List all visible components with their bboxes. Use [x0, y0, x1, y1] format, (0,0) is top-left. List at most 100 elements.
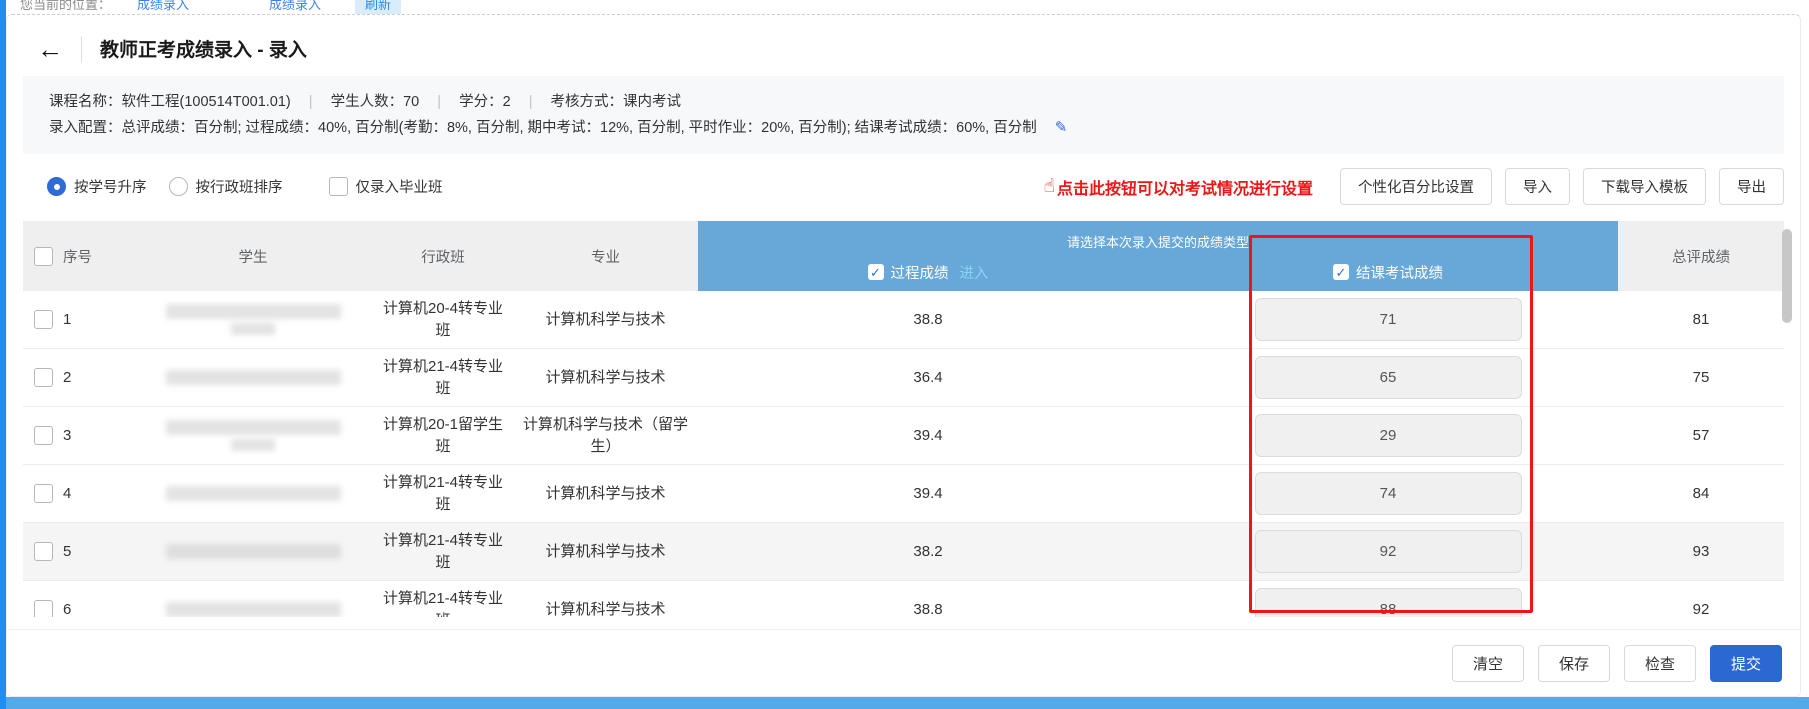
col-header-index: 序号: [63, 221, 133, 291]
total-score: 75: [1618, 361, 1784, 395]
row-checkbox[interactable]: [34, 310, 53, 329]
final-exam-score-input[interactable]: 29: [1255, 414, 1522, 457]
course-info-line1: 课程名称：软件工程(100514T001.01) | 学生人数：70 | 学分：…: [49, 89, 1758, 115]
radio-sort-by-id[interactable]: [47, 177, 66, 196]
final-exam-score-input[interactable]: 74: [1255, 472, 1522, 515]
checkbox-graduating-only[interactable]: [329, 177, 348, 196]
process-score: 39.4: [698, 477, 1158, 511]
major: 计算机科学与技术: [513, 303, 698, 337]
final-exam-score-input[interactable]: 88: [1255, 588, 1522, 617]
process-score: 36.4: [698, 361, 1158, 395]
radio-sort-by-class[interactable]: [169, 177, 188, 196]
scrollbar-thumb[interactable]: [1782, 229, 1792, 323]
final-exam-score-input[interactable]: 92: [1255, 530, 1522, 573]
info-separator: |: [309, 94, 313, 110]
course-name-value: 软件工程(100514T001.01): [122, 94, 291, 110]
total-score: 92: [1618, 593, 1784, 617]
total-score: 57: [1618, 419, 1784, 453]
entry-config-label: 录入配置：: [49, 120, 122, 136]
breadcrumb-link-2[interactable]: 成绩录入: [269, 0, 321, 13]
left-accent-bar: [0, 0, 6, 709]
table-row: 6 计算机21-4转专业班 计算机科学与技术 38.8 88 92: [23, 581, 1784, 617]
back-arrow-icon[interactable]: ←: [37, 36, 63, 62]
refresh-chip[interactable]: 刷新: [355, 0, 401, 14]
admin-class: 计算机20-1留学生班: [373, 408, 513, 464]
enter-link[interactable]: 进入: [960, 262, 989, 283]
check-button[interactable]: 检查: [1624, 645, 1696, 682]
student-name-redacted: [166, 602, 341, 617]
total-score: 81: [1618, 303, 1784, 337]
pointing-hand-icon: ☝: [1043, 175, 1055, 198]
admin-class: 计算机21-4转专业班: [373, 466, 513, 522]
check-icon: ✓: [1336, 266, 1347, 279]
table-header: 序号 学生 行政班 专业 请选择本次录入提交的成绩类型 ✓ 过程成绩 进入 ✓ …: [23, 221, 1784, 291]
admin-class: 计算机21-4转专业班: [373, 582, 513, 617]
breadcrumb-link-1[interactable]: 成绩录入: [137, 0, 189, 13]
annotation-hint-text: 点击此按钮可以对考试情况进行设置: [1057, 175, 1313, 199]
download-template-button[interactable]: 下载导入模板: [1583, 168, 1706, 205]
row-checkbox[interactable]: [34, 484, 53, 503]
row-checkbox[interactable]: [34, 542, 53, 561]
major: 计算机科学与技术: [513, 477, 698, 511]
process-score: 38.2: [698, 535, 1158, 569]
select-all-checkbox[interactable]: [34, 247, 53, 266]
course-name-label: 课程名称：: [49, 94, 122, 110]
row-checkbox[interactable]: [34, 368, 53, 387]
process-score-checkbox[interactable]: ✓: [868, 264, 884, 280]
score-type-banner: 请选择本次录入提交的成绩类型: [698, 221, 1618, 253]
score-type-header-group: 请选择本次录入提交的成绩类型 ✓ 过程成绩 进入 ✓ 结课考试成绩: [698, 221, 1618, 291]
save-button[interactable]: 保存: [1538, 645, 1610, 682]
main-card: ← 教师正考成绩录入 - 录入 课程名称：软件工程(100514T001.01)…: [6, 14, 1801, 697]
student-name-redacted: [166, 486, 341, 501]
table-row: 2 计算机21-4转专业班 计算机科学与技术 36.4 65 75: [23, 349, 1784, 407]
row-checkbox[interactable]: [34, 600, 53, 617]
total-score: 84: [1618, 477, 1784, 511]
row-checkbox[interactable]: [34, 426, 53, 445]
assessment-value: 课内考试: [623, 94, 681, 110]
check-icon: ✓: [870, 266, 881, 279]
credits-label: 学分：: [459, 94, 503, 110]
major: 计算机科学与技术（留学生）: [513, 408, 698, 464]
final-exam-score-input[interactable]: 71: [1255, 298, 1522, 341]
entry-config-line: 录入配置：总评成绩：百分制; 过程成绩：40%, 百分制(考勤：8%, 百分制,…: [49, 115, 1758, 141]
import-button[interactable]: 导入: [1505, 168, 1570, 205]
student-name-redacted: [166, 370, 341, 385]
table-row: 3 计算机20-1留学生班 计算机科学与技术（留学生） 39.4 29 57: [23, 407, 1784, 465]
row-index: 6: [63, 593, 133, 617]
process-score: 38.8: [698, 593, 1158, 617]
table-row: 1 计算机20-4转专业班 计算机科学与技术 38.8 71 81: [23, 291, 1784, 349]
radio-sort-by-id-label[interactable]: 按学号升序: [74, 176, 147, 197]
edit-pencil-icon[interactable]: ✎: [1055, 119, 1068, 136]
student-name-redacted: [166, 304, 341, 335]
export-button[interactable]: 导出: [1719, 168, 1784, 205]
clear-button[interactable]: 清空: [1452, 645, 1524, 682]
info-separator: |: [529, 94, 533, 110]
student-name-redacted: [166, 544, 341, 559]
major: 计算机科学与技术: [513, 593, 698, 617]
major: 计算机科学与技术: [513, 361, 698, 395]
submit-button[interactable]: 提交: [1710, 645, 1782, 682]
page-header: ← 教师正考成绩录入 - 录入: [7, 15, 1800, 74]
custom-percentage-button[interactable]: 个性化百分比设置: [1340, 168, 1492, 205]
admin-class: 计算机21-4转专业班: [373, 524, 513, 580]
row-index: 2: [63, 361, 133, 395]
student-name-redacted: [166, 420, 341, 451]
col-header-class: 行政班: [373, 221, 513, 291]
final-exam-score-input[interactable]: 65: [1255, 356, 1522, 399]
scores-table: 序号 学生 行政班 专业 请选择本次录入提交的成绩类型 ✓ 过程成绩 进入 ✓ …: [23, 221, 1784, 617]
col-header-total-score: 总评成绩: [1618, 221, 1784, 291]
radio-sort-by-class-label[interactable]: 按行政班排序: [196, 176, 283, 197]
entry-config-value: 总评成绩：百分制; 过程成绩：40%, 百分制(考勤：8%, 百分制, 期中考试…: [122, 120, 1037, 136]
col-header-process-score: ✓ 过程成绩 进入: [698, 253, 1158, 291]
footer-actions: 清空 保存 检查 提交: [7, 629, 1800, 696]
assessment-label: 考核方式：: [551, 94, 624, 110]
course-info-bar: 课程名称：软件工程(100514T001.01) | 学生人数：70 | 学分：…: [23, 76, 1784, 154]
final-exam-checkbox[interactable]: ✓: [1333, 264, 1349, 280]
row-index: 4: [63, 477, 133, 511]
checkbox-graduating-only-label[interactable]: 仅录入毕业班: [356, 176, 443, 197]
info-separator: |: [437, 94, 441, 110]
page-title: 教师正考成绩录入 - 录入: [100, 35, 307, 62]
process-score: 39.4: [698, 419, 1158, 453]
total-score: 93: [1618, 535, 1784, 569]
admin-class: 计算机21-4转专业班: [373, 350, 513, 406]
